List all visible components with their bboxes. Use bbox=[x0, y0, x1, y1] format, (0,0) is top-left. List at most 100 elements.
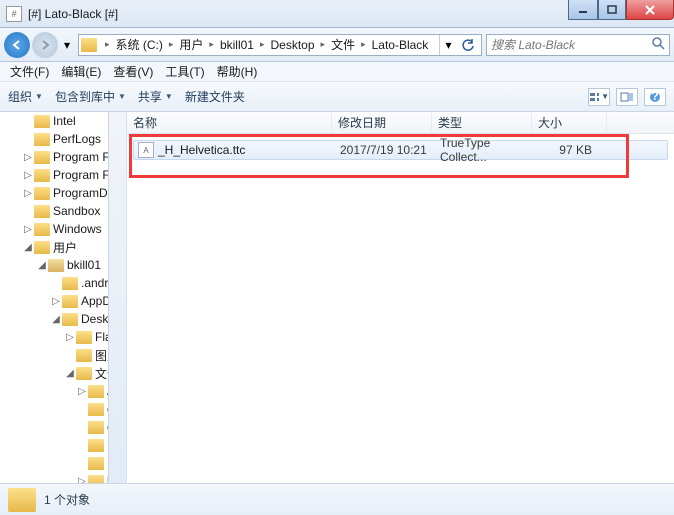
column-date[interactable]: 修改日期 bbox=[332, 112, 432, 133]
preview-pane-button[interactable] bbox=[616, 88, 638, 106]
menu-file[interactable]: 文件(F) bbox=[4, 62, 55, 81]
tree-label: 文件 bbox=[95, 365, 110, 382]
expand-icon[interactable]: ◢ bbox=[22, 242, 34, 253]
menu-tools[interactable]: 工具(T) bbox=[159, 62, 210, 81]
crumb[interactable]: Lato-Black bbox=[368, 38, 433, 52]
expand-icon[interactable]: ◢ bbox=[50, 314, 62, 325]
tree-node[interactable]: ▷Program File bbox=[0, 148, 110, 166]
tree-node[interactable]: ▷ AppData bbox=[0, 292, 110, 310]
view-options-button[interactable]: ▼ bbox=[588, 88, 610, 106]
file-date: 2017/7/19 10:21 bbox=[340, 143, 440, 157]
minimize-button[interactable] bbox=[568, 0, 598, 20]
tree-node[interactable]: PerfLogs bbox=[0, 130, 110, 148]
tree-node[interactable]: ▷ AiFor bbox=[0, 382, 110, 400]
tree-node[interactable]: ◢ bkill01 bbox=[0, 256, 110, 274]
expand-icon[interactable]: ◢ bbox=[36, 260, 48, 271]
expand-icon[interactable]: ▷ bbox=[22, 170, 34, 181]
crumb[interactable]: 用户 bbox=[175, 36, 207, 53]
close-button[interactable] bbox=[626, 0, 674, 20]
tree-node[interactable]: Sandbox bbox=[0, 202, 110, 220]
folder-tree[interactable]: IntelPerfLogs▷Program File▷Program File▷… bbox=[0, 112, 127, 483]
file-list[interactable]: 名称 修改日期 类型 大小 A_H_Helvetica.ttc2017/7/19… bbox=[127, 112, 674, 483]
crumb-sep-icon: ▸ bbox=[359, 39, 368, 50]
forward-button[interactable] bbox=[32, 32, 58, 58]
newfolder-button[interactable]: 新建文件夹 bbox=[185, 88, 245, 105]
crumb-sep-icon: ▸ bbox=[103, 39, 112, 50]
menu-view[interactable]: 查看(V) bbox=[107, 62, 159, 81]
organize-button[interactable]: 组织▼ bbox=[8, 88, 43, 105]
search-icon[interactable] bbox=[651, 36, 665, 53]
include-button[interactable]: 包含到库中▼ bbox=[55, 88, 126, 105]
expand-icon[interactable]: ▷ bbox=[22, 152, 34, 163]
help-button[interactable]: ? bbox=[644, 88, 666, 106]
folder-icon bbox=[76, 349, 92, 362]
maximize-button[interactable] bbox=[598, 0, 626, 20]
expand-icon[interactable]: ◢ bbox=[64, 368, 76, 379]
tree-label: bkill01 bbox=[67, 258, 101, 272]
tree-node[interactable]: excel bbox=[0, 418, 110, 436]
menu-edit[interactable]: 编辑(E) bbox=[55, 62, 107, 81]
tree-node[interactable]: Intel bbox=[0, 112, 110, 130]
folder-icon bbox=[34, 151, 50, 164]
tree-label: Sandbox bbox=[53, 204, 100, 218]
tree-label: Windows bbox=[53, 222, 102, 236]
tree-node[interactable]: ▷ProgramData bbox=[0, 184, 110, 202]
crumb[interactable]: 文件 bbox=[327, 36, 359, 53]
expand-icon[interactable]: ▷ bbox=[22, 188, 34, 199]
refresh-button[interactable] bbox=[457, 35, 479, 55]
tree-node[interactable]: ◢用户 bbox=[0, 238, 110, 256]
tree-node[interactable]: ▷ FlashFX bbox=[0, 328, 110, 346]
nav-history-dropdown[interactable]: ▾ bbox=[60, 38, 74, 52]
tree-node[interactable]: ▷log bbox=[0, 472, 110, 483]
folder-icon bbox=[88, 403, 104, 416]
tree-label: .android bbox=[81, 276, 110, 290]
column-name[interactable]: 名称 bbox=[127, 112, 332, 133]
tree-node[interactable]: Lato- bbox=[0, 454, 110, 472]
tree-label: AppData bbox=[81, 294, 110, 308]
tree-node[interactable]: Lato- bbox=[0, 436, 110, 454]
tree-label: Desktop bbox=[81, 312, 110, 326]
tree-node[interactable]: ▷Program File bbox=[0, 166, 110, 184]
tree-label: AiFor bbox=[107, 384, 110, 398]
tree-node[interactable]: 图片 bbox=[0, 346, 110, 364]
share-button[interactable]: 共享▼ bbox=[138, 88, 173, 105]
search-input[interactable] bbox=[491, 38, 651, 52]
folder-icon bbox=[88, 439, 104, 452]
address-bar[interactable]: ▸ 系统 (C:) ▸ 用户 ▸ bkill01 ▸ Desktop ▸ 文件 … bbox=[78, 34, 482, 56]
folder-icon bbox=[34, 169, 50, 182]
tree-node[interactable]: ▷ Windows bbox=[0, 220, 110, 238]
expand-icon[interactable]: ▷ bbox=[22, 224, 34, 235]
tree-node[interactable]: ◢ 文件 bbox=[0, 364, 110, 382]
tree-label: Lato- bbox=[107, 438, 110, 452]
tree-node[interactable]: config bbox=[0, 400, 110, 418]
crumb-sep-icon: ▸ bbox=[319, 39, 328, 50]
file-icon: A bbox=[138, 142, 154, 158]
expand-icon[interactable]: ▷ bbox=[76, 386, 88, 397]
app-icon: # bbox=[6, 6, 22, 22]
tree-node[interactable]: .android bbox=[0, 274, 110, 292]
crumb[interactable]: 系统 (C:) bbox=[112, 36, 167, 53]
search-box[interactable] bbox=[486, 34, 670, 56]
folder-icon bbox=[62, 295, 78, 308]
crumb[interactable]: Desktop bbox=[267, 38, 319, 52]
address-dropdown[interactable]: ▾ bbox=[439, 35, 457, 55]
tree-label: FlashFX bbox=[95, 330, 110, 344]
folder-icon bbox=[88, 475, 104, 484]
folder-icon bbox=[62, 277, 78, 290]
column-size[interactable]: 大小 bbox=[532, 112, 607, 133]
folder-icon bbox=[88, 385, 104, 398]
expand-icon[interactable]: ▷ bbox=[76, 476, 88, 484]
crumb[interactable]: bkill01 bbox=[216, 38, 258, 52]
folder-icon bbox=[88, 421, 104, 434]
expand-icon[interactable]: ▷ bbox=[64, 332, 76, 343]
folder-icon bbox=[8, 488, 36, 512]
expand-icon[interactable]: ▷ bbox=[50, 296, 62, 307]
body: IntelPerfLogs▷Program File▷Program File▷… bbox=[0, 112, 674, 483]
folder-icon bbox=[76, 367, 92, 380]
column-type[interactable]: 类型 bbox=[432, 112, 532, 133]
menu-help[interactable]: 帮助(H) bbox=[211, 62, 264, 81]
tree-node[interactable]: ◢ Desktop bbox=[0, 310, 110, 328]
folder-icon bbox=[34, 241, 50, 254]
file-row[interactable]: A_H_Helvetica.ttc2017/7/19 10:21TrueType… bbox=[133, 140, 668, 160]
back-button[interactable] bbox=[4, 32, 30, 58]
